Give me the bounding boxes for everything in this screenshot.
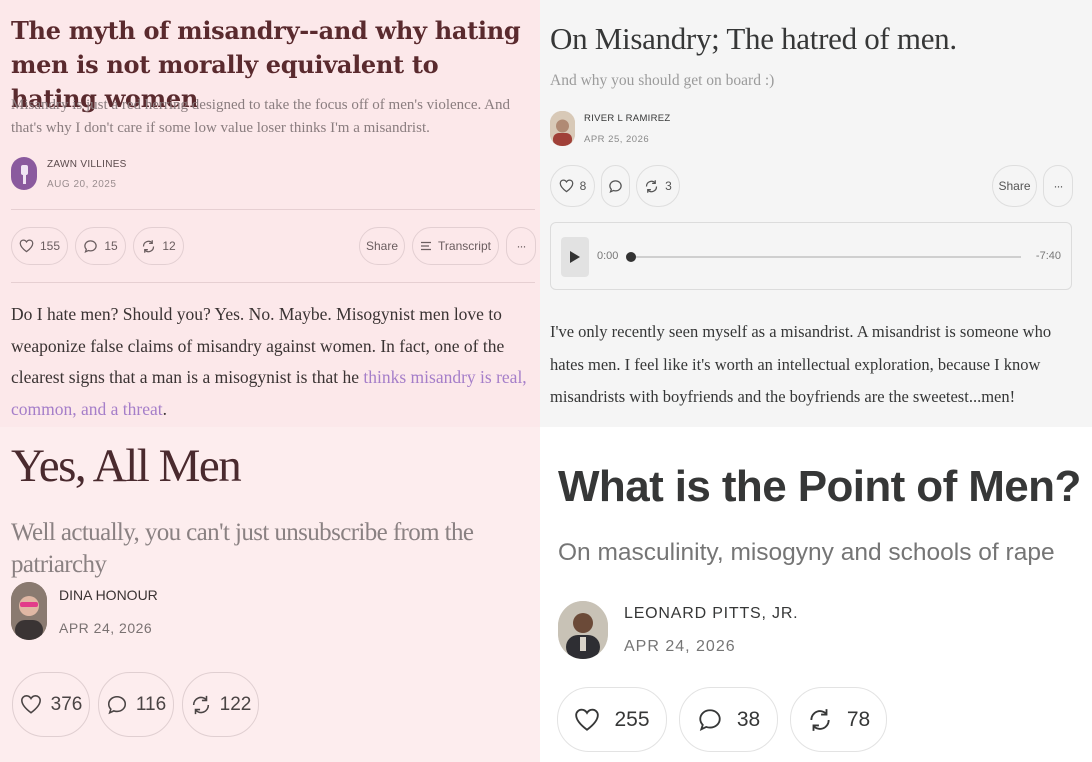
like-button[interactable]: 376 bbox=[12, 672, 90, 737]
post-title[interactable]: Yes, All Men bbox=[11, 438, 531, 494]
more-options-button[interactable]: ··· bbox=[506, 227, 536, 265]
more-icon: ··· bbox=[516, 239, 527, 253]
audio-progress-track[interactable] bbox=[631, 256, 1021, 258]
author-avatar[interactable] bbox=[550, 111, 575, 146]
like-count: 155 bbox=[39, 239, 61, 253]
restack-icon bbox=[143, 239, 155, 253]
comment-count: 116 bbox=[135, 693, 167, 715]
post-body-excerpt: Do I hate men? Should you? Yes. No. Mayb… bbox=[11, 299, 533, 425]
post-card-yes-all-men: Yes, All Men Well actually, you can't ju… bbox=[0, 427, 540, 762]
post-subtitle: On masculinity, misogyny and schools of … bbox=[558, 539, 1055, 566]
comment-count: 15 bbox=[104, 239, 118, 253]
share-label: Share bbox=[998, 179, 1031, 193]
post-title[interactable]: On Misandry; The hatred of men. bbox=[550, 20, 1090, 58]
avatar-fist-icon bbox=[21, 165, 28, 184]
comment-count: 38 bbox=[736, 707, 761, 731]
post-date: AUG 20, 2025 bbox=[47, 179, 117, 190]
author-name[interactable]: DINA HONOUR bbox=[59, 587, 158, 603]
comment-icon bbox=[107, 695, 126, 714]
audio-remaining-time: -7:40 bbox=[1035, 250, 1061, 262]
divider bbox=[11, 282, 535, 283]
post-date: APR 24, 2026 bbox=[59, 620, 153, 636]
author-avatar[interactable] bbox=[558, 601, 608, 659]
audio-player: 0:00 -7:40 bbox=[550, 222, 1072, 290]
share-label: Share bbox=[365, 239, 399, 253]
play-icon bbox=[570, 251, 580, 263]
comment-icon bbox=[84, 239, 98, 253]
more-options-button[interactable]: ··· bbox=[1043, 165, 1073, 207]
transcript-button[interactable]: Transcript bbox=[412, 227, 499, 265]
transcript-label: Transcript bbox=[438, 239, 491, 253]
heart-icon bbox=[19, 239, 34, 253]
restack-button[interactable]: 122 bbox=[182, 672, 259, 737]
post-subtitle: And why you should get on board :) bbox=[550, 72, 775, 89]
like-count: 8 bbox=[579, 179, 587, 193]
restack-icon bbox=[192, 695, 209, 714]
restack-button[interactable]: 3 bbox=[636, 165, 680, 207]
comment-icon bbox=[609, 179, 622, 193]
play-button[interactable] bbox=[561, 237, 589, 277]
audio-scrubber-handle[interactable] bbox=[626, 252, 636, 262]
author-avatar[interactable] bbox=[11, 582, 47, 640]
share-button[interactable]: Share bbox=[992, 165, 1037, 207]
post-card-point-of-men: What is the Point of Men? On masculinity… bbox=[540, 427, 1092, 762]
post-card-on-misandry: On Misandry; The hatred of men. And why … bbox=[540, 0, 1092, 427]
post-subtitle: Well actually, you can't just unsubscrib… bbox=[11, 519, 474, 578]
author-name[interactable]: LEONARD PITTS, JR. bbox=[624, 605, 798, 623]
restack-count: 12 bbox=[162, 239, 176, 253]
restack-count: 122 bbox=[219, 693, 252, 715]
post-date: APR 25, 2026 bbox=[584, 134, 650, 145]
comment-button[interactable]: 38 bbox=[679, 687, 778, 752]
post-card-myth-of-misandry: The myth of misandry--and why hating men… bbox=[0, 0, 540, 427]
like-button[interactable]: 8 bbox=[550, 165, 595, 207]
comment-icon bbox=[699, 708, 721, 731]
author-name[interactable]: ZAWN VILLINES bbox=[47, 159, 127, 170]
author-avatar[interactable] bbox=[11, 157, 37, 190]
author-name[interactable]: RIVER L RAMIREZ bbox=[584, 113, 671, 124]
restack-button[interactable]: 12 bbox=[133, 227, 184, 265]
restack-count: 3 bbox=[665, 179, 672, 193]
heart-icon bbox=[575, 708, 600, 731]
audio-current-time: 0:00 bbox=[597, 250, 619, 262]
heart-icon bbox=[20, 695, 41, 714]
like-button[interactable]: 255 bbox=[557, 687, 667, 752]
transcript-lines-icon bbox=[421, 241, 432, 251]
comment-button[interactable] bbox=[601, 165, 630, 207]
comment-button[interactable]: 15 bbox=[75, 227, 126, 265]
avatar-photo bbox=[11, 582, 47, 640]
avatar-photo bbox=[550, 111, 575, 146]
share-button[interactable]: Share bbox=[359, 227, 405, 265]
avatar-photo bbox=[558, 601, 608, 659]
heart-icon bbox=[559, 179, 574, 193]
restack-count: 78 bbox=[846, 707, 871, 731]
restack-icon bbox=[810, 708, 830, 731]
body-end: . bbox=[162, 398, 167, 419]
like-button[interactable]: 155 bbox=[11, 227, 68, 265]
like-count: 255 bbox=[614, 707, 650, 731]
comment-button[interactable]: 116 bbox=[98, 672, 174, 737]
post-date: APR 24, 2026 bbox=[624, 638, 736, 655]
like-count: 376 bbox=[50, 693, 83, 715]
post-title[interactable]: What is the Point of Men? bbox=[558, 461, 1092, 513]
divider bbox=[11, 209, 535, 210]
post-body-excerpt: I've only recently seen myself as a misa… bbox=[550, 322, 1052, 406]
more-icon: ··· bbox=[1053, 179, 1064, 193]
post-subtitle: Misandry is just a red herring designed … bbox=[11, 97, 510, 136]
restack-button[interactable]: 78 bbox=[790, 687, 887, 752]
restack-icon bbox=[646, 179, 658, 193]
